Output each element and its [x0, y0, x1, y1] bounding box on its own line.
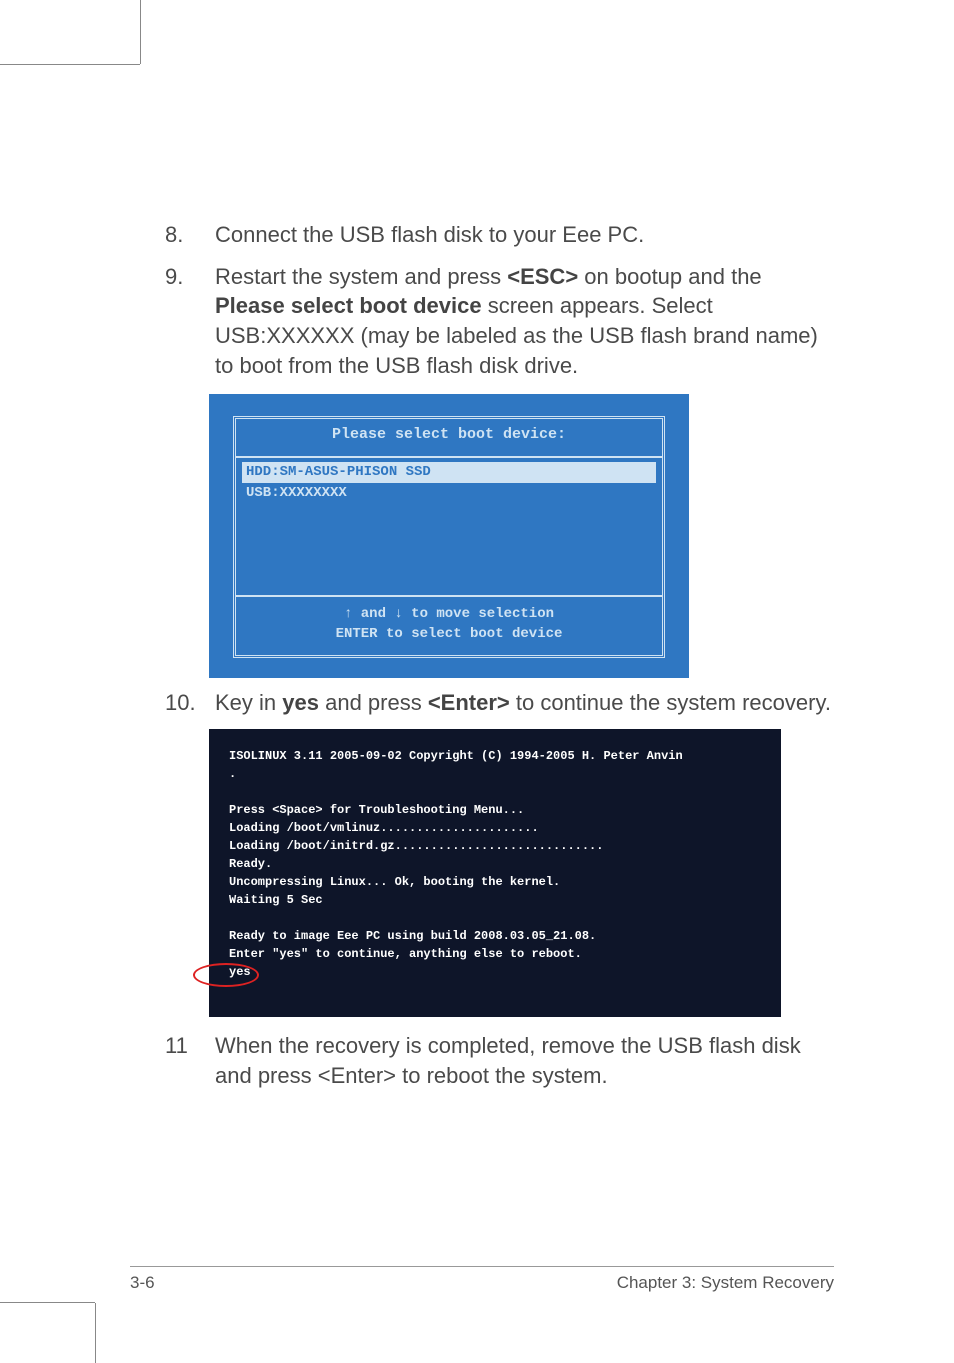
chapter-title: Chapter 3: System Recovery [617, 1273, 834, 1293]
terminal-output: ISOLINUX 3.11 2005-09-02 Copyright (C) 1… [209, 729, 781, 1017]
bios-frame: Please select boot device: HDD:SM-ASUS-P… [233, 416, 665, 657]
text: and press [319, 690, 428, 715]
step-10: 10. Key in yes and press <Enter> to cont… [165, 688, 834, 718]
step-body: Key in yes and press <Enter> to continue… [215, 688, 834, 718]
bios-help-line: ENTER to select boot device [236, 625, 662, 645]
text: to continue the system recovery. [510, 690, 831, 715]
bios-row-hdd[interactable]: HDD:SM-ASUS-PHISON SSD [242, 462, 656, 483]
term-line: Ready to image Eee PC using build 2008.0… [229, 929, 596, 943]
term-line: Waiting 5 Sec [229, 893, 323, 907]
step-11: 11 When the recovery is completed, remov… [165, 1031, 834, 1090]
page-content: 8. Connect the USB flash disk to your Ee… [165, 220, 834, 1263]
term-line: Enter "yes" to continue, anything else t… [229, 947, 582, 961]
page-footer: 3-6 Chapter 3: System Recovery [130, 1266, 834, 1293]
step-list: 11 When the recovery is completed, remov… [165, 1031, 834, 1090]
step-body: Restart the system and press <ESC> on bo… [215, 262, 834, 381]
crop-mark [95, 1303, 96, 1363]
terminal-figure: ISOLINUX 3.11 2005-09-02 Copyright (C) 1… [209, 729, 781, 1017]
bios-help: ↑ and ↓ to move selection ENTER to selec… [236, 597, 662, 654]
term-line: Press <Space> for Troubleshooting Menu..… [229, 803, 524, 817]
step-body: Connect the USB flash disk to your Eee P… [215, 220, 834, 250]
step-8: 8. Connect the USB flash disk to your Ee… [165, 220, 834, 250]
step-number: 8. [165, 220, 191, 250]
step-body: When the recovery is completed, remove t… [215, 1031, 834, 1090]
text: Restart the system and press [215, 264, 507, 289]
bold-text: Please select boot device [215, 293, 482, 318]
bios-row-usb[interactable]: USB:XXXXXXXX [242, 483, 656, 504]
term-line: ISOLINUX 3.11 2005-09-02 Copyright (C) 1… [229, 749, 683, 763]
step-list: 8. Connect the USB flash disk to your Ee… [165, 220, 834, 380]
term-line: Loading /boot/initrd.gz.................… [229, 839, 603, 853]
yes-text: yes [282, 690, 319, 715]
crop-mark [140, 0, 141, 64]
term-line-yes: yes [229, 965, 251, 979]
step-9: 9. Restart the system and press <ESC> on… [165, 262, 834, 381]
term-line: . [229, 767, 236, 781]
step-number: 10. [165, 688, 191, 718]
term-line: Ready. [229, 857, 272, 871]
bios-help-line: ↑ and ↓ to move selection [236, 605, 662, 625]
step-number: 9. [165, 262, 191, 381]
esc-key: <ESC> [507, 264, 578, 289]
enter-key: <Enter> [428, 690, 510, 715]
bios-title: Please select boot device: [236, 419, 662, 457]
step-number: 11 [165, 1031, 191, 1090]
text: on bootup and the [578, 264, 762, 289]
crop-mark [0, 64, 140, 65]
text: Key in [215, 690, 282, 715]
crop-mark [0, 1302, 95, 1303]
page-number: 3-6 [130, 1273, 155, 1293]
document-page: 8. Connect the USB flash disk to your Ee… [0, 0, 954, 1363]
bios-boot-dialog: Please select boot device: HDD:SM-ASUS-P… [209, 394, 689, 677]
term-line: Loading /boot/vmlinuz...................… [229, 821, 539, 835]
step-list: 10. Key in yes and press <Enter> to cont… [165, 688, 834, 718]
bios-device-list: HDD:SM-ASUS-PHISON SSD USB:XXXXXXXX [236, 458, 662, 598]
term-line: Uncompressing Linux... Ok, booting the k… [229, 875, 560, 889]
